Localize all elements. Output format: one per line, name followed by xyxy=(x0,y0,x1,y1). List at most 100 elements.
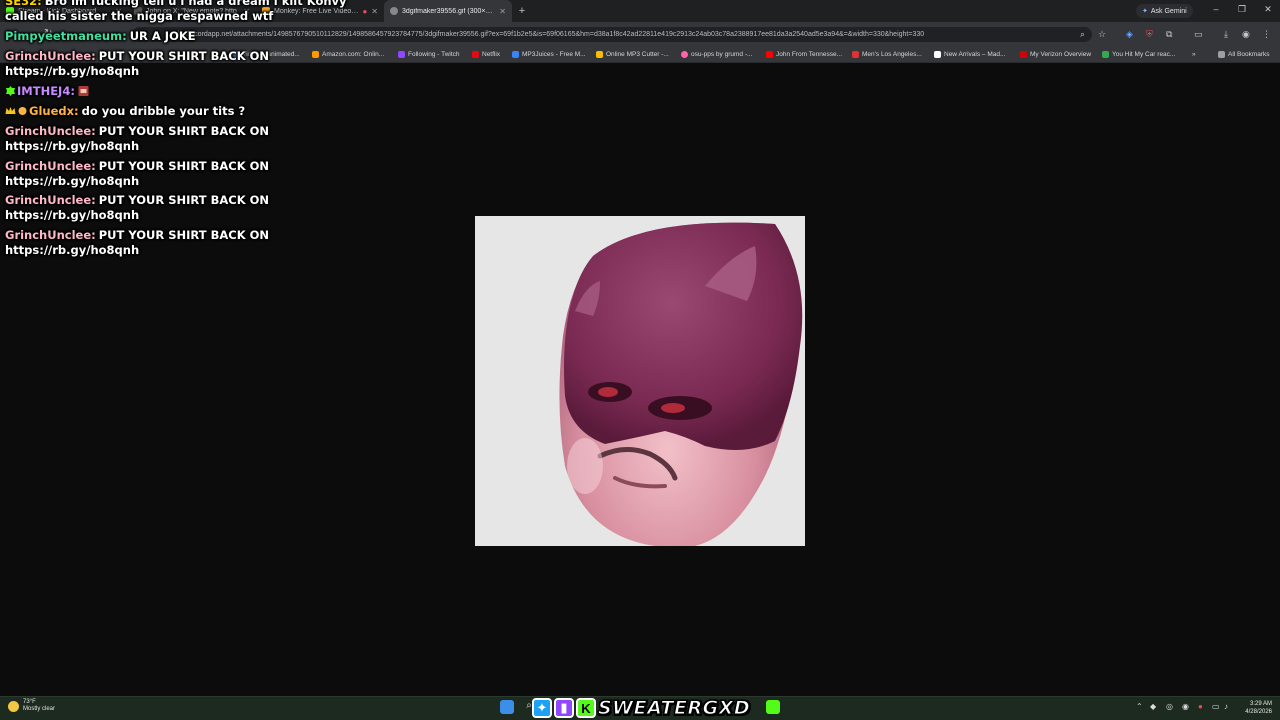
ask-gemini-button[interactable]: ✦ Ask Gemini xyxy=(1136,4,1193,18)
chat-username: GrinchUnclee: xyxy=(5,193,96,207)
tab-gif[interactable]: 3dgifmaker39556.gif (300×300) ✕ xyxy=(384,0,512,22)
tray-app-icon[interactable]: ◆ xyxy=(1150,702,1156,711)
chat-message: Gluedx: do you dribble your tits ? xyxy=(5,104,245,119)
chat-username: Pimpyeetmaneum: xyxy=(5,29,127,43)
verified-badge-icon xyxy=(6,86,15,96)
window-close-icon[interactable]: ✕ xyxy=(1260,4,1276,15)
chat-username: GrinchUnclee: xyxy=(5,228,96,242)
chat-text: UR A JOKE xyxy=(129,29,196,43)
weather-temp: 73°F xyxy=(23,699,36,705)
streamer-name: SWEATERGXD xyxy=(597,697,751,720)
chat-message-continuation: https://rb.gy/ho8qnh xyxy=(5,174,139,189)
masked-face-illustration xyxy=(559,222,803,546)
crown-badge-icon xyxy=(5,107,16,114)
chat-username: SE32: xyxy=(5,0,42,8)
bookmark-item[interactable]: Men's Los Angeles... xyxy=(852,48,922,60)
chat-link: https://rb.gy/ho8qnh xyxy=(5,174,140,188)
bookmark-favicon-icon xyxy=(934,50,941,58)
bookmark-label: Amazon.com: Onlin... xyxy=(322,50,385,58)
bookmark-label: My Verizon Overview xyxy=(1030,50,1092,58)
tray-chrome-icon[interactable]: ◎ xyxy=(1166,702,1173,711)
more-bookmarks-icon[interactable]: » xyxy=(1192,48,1196,60)
bookmark-item[interactable]: osu-pps by grumd -... xyxy=(681,48,752,60)
extension-icon[interactable]: ◈ xyxy=(1126,29,1133,40)
chat-message-continuation: https://rb.gy/ho8qnh xyxy=(5,243,139,258)
zoom-icon[interactable]: ⌕ xyxy=(1080,29,1085,40)
chat-message: SE32: Bro im fucking tell u i had a dream… xyxy=(5,0,347,9)
all-bookmarks-button[interactable]: All Bookmarks xyxy=(1218,48,1270,60)
tray-mic-icon[interactable]: ● xyxy=(1198,702,1203,711)
bookmark-label: osu-pps by grumd -... xyxy=(691,50,753,58)
address-bar[interactable]: cdn.discordapp.net/attachments/149857679… xyxy=(132,27,1092,42)
bookmark-item[interactable]: New Arrivals – Mad... xyxy=(934,48,1005,60)
bookmark-label: Netflix xyxy=(482,50,501,58)
chat-username: Gluedx: xyxy=(29,104,79,118)
bookmark-item[interactable]: MP3Juices - Free M... xyxy=(512,48,586,60)
chat-message-continuation: https://rb.gy/ho8qnh xyxy=(5,139,139,154)
chat-link: https://rb.gy/ho8qnh xyxy=(5,64,140,78)
clock-date: 4/28/2026 xyxy=(1245,709,1272,715)
bookmark-item[interactable]: Following - Twitch xyxy=(398,48,460,60)
ask-gemini-label: Ask Gemini xyxy=(1150,7,1187,15)
network-icon[interactable]: ▭ xyxy=(1212,702,1220,711)
bookmark-favicon-icon xyxy=(1020,50,1027,58)
chat-message: IMTHEJ4: xyxy=(5,84,90,99)
bookmark-item[interactable]: Amazon.com: Onlin... xyxy=(312,48,384,60)
bookmark-label: New Arrivals – Mad... xyxy=(944,50,1006,58)
chat-message: Pimpyeetmaneum: UR A JOKE xyxy=(5,29,196,44)
bookmark-item[interactable]: You Hit My Car reac... xyxy=(1102,48,1175,60)
bookmark-label: MP3Juices - Free M... xyxy=(522,50,586,58)
windows-start-icon[interactable] xyxy=(500,700,514,714)
extensions-puzzle-icon[interactable]: ⧉ xyxy=(1166,29,1172,40)
chat-text: PUT YOUR SHIRT BACK ON xyxy=(98,228,270,242)
menu-icon[interactable]: ⋮ xyxy=(1262,29,1271,40)
chat-message: GrinchUnclee: PUT YOUR SHIRT BACK ON xyxy=(5,228,269,243)
kick-taskbar-icon[interactable] xyxy=(766,700,780,714)
chat-link: https://rb.gy/ho8qnh xyxy=(5,208,140,222)
bookmark-favicon-icon xyxy=(1102,50,1109,58)
close-icon[interactable]: ✕ xyxy=(371,7,378,16)
chat-message: GrinchUnclee: PUT YOUR SHIRT BACK ON xyxy=(5,193,269,208)
twitter-icon: ✦ xyxy=(532,698,552,718)
bookmark-item[interactable]: Netflix xyxy=(472,48,500,60)
restore-icon[interactable]: ❐ xyxy=(1234,4,1250,15)
new-tab-button[interactable]: + xyxy=(512,5,532,17)
chat-message-continuation: https://rb.gy/ho8qnh xyxy=(5,208,139,223)
clock-time: 3:29 AM xyxy=(1249,701,1272,707)
system-clock[interactable]: 3:29 AM 4/28/2026 xyxy=(1236,700,1272,716)
chat-text: PUT YOUR SHIRT BACK ON xyxy=(98,49,270,63)
chat-message-continuation: called his sister the nigga respawned wt… xyxy=(5,9,273,24)
bookmark-label: Following - Twitch xyxy=(408,50,460,58)
cast-icon[interactable]: ▭ xyxy=(1194,29,1203,40)
chat-username: GrinchUnclee: xyxy=(5,159,96,173)
profile-avatar-icon[interactable]: ◉ xyxy=(1242,29,1250,40)
chat-username: IMTHEJ4: xyxy=(17,84,75,98)
download-icon[interactable]: ⤓ xyxy=(1224,29,1228,40)
chat-link: https://rb.gy/ho8qnh xyxy=(5,139,140,153)
bookmark-label: Men's Los Angeles... xyxy=(862,50,922,58)
bookmark-item[interactable]: Online MP3 Cutter -... xyxy=(596,48,669,60)
bookmark-star-icon[interactable]: ☆ xyxy=(1098,29,1106,40)
all-bookmarks-label: All Bookmarks xyxy=(1228,50,1270,58)
tray-discord-icon[interactable]: ◉ xyxy=(1182,702,1189,711)
bookmark-item[interactable]: My Verizon Overview xyxy=(1020,48,1091,60)
volume-icon[interactable]: ♪ xyxy=(1224,702,1228,711)
show-hidden-icons-icon[interactable]: ⌃ xyxy=(1136,702,1143,711)
screen: Stream - Kick Dashboard ✕ John on X: "Ne… xyxy=(0,0,1280,720)
chat-username: GrinchUnclee: xyxy=(5,124,96,138)
chat-username: GrinchUnclee: xyxy=(5,49,96,63)
chat-link: https://rb.gy/ho8qnh xyxy=(5,243,140,257)
chat-message: GrinchUnclee: PUT YOUR SHIRT BACK ON xyxy=(5,124,269,139)
chat-text: PUT YOUR SHIRT BACK ON xyxy=(98,193,270,207)
bookmark-favicon-icon xyxy=(512,50,519,58)
weather-widget[interactable]: 73°F Mostly clear xyxy=(8,699,55,713)
chat-text: called his sister the nigga respawned wt… xyxy=(5,9,274,23)
minimize-icon[interactable]: – xyxy=(1208,4,1224,14)
bookmark-favicon-icon xyxy=(852,50,859,58)
bookmark-favicon-icon xyxy=(766,50,773,58)
close-icon[interactable]: ✕ xyxy=(499,7,506,16)
shield-icon[interactable]: ⛨ xyxy=(1146,29,1153,40)
bookmark-favicon-icon xyxy=(472,50,479,58)
weather-desc: Mostly clear xyxy=(23,706,56,712)
bookmark-item[interactable]: John From Tennesse... xyxy=(766,48,842,60)
